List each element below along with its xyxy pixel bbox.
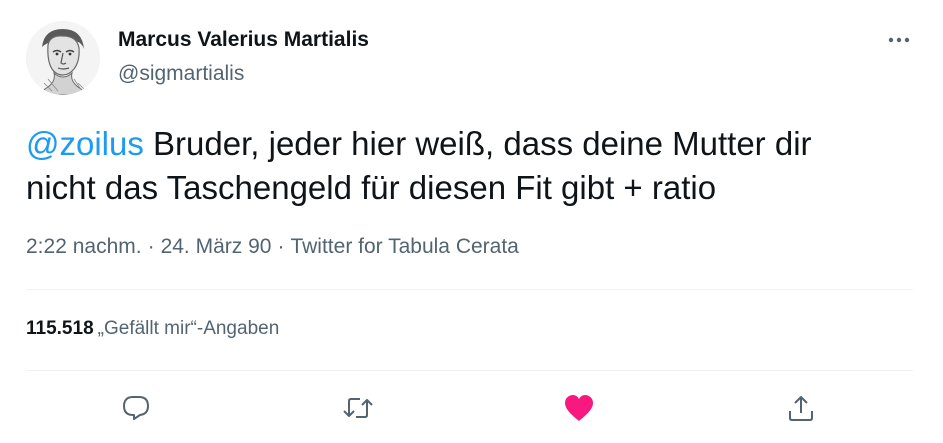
- heart-icon: [565, 395, 593, 421]
- likes-stat[interactable]: 115.518 „Gefällt mir“-Angaben: [26, 318, 279, 340]
- divider: [26, 370, 913, 371]
- user-handle[interactable]: @sigmartialis: [118, 61, 369, 86]
- tweet-text-line2: nicht das Taschengeld für diesen Fit gib…: [26, 169, 717, 206]
- meta-separator: ·: [277, 235, 285, 258]
- tweet-time[interactable]: 2:22 nachm.: [26, 235, 142, 258]
- reply-button[interactable]: [118, 390, 154, 426]
- author-block: Marcus Valerius Martialis @sigmartialis: [118, 27, 369, 86]
- like-button[interactable]: [561, 390, 597, 426]
- share-button[interactable]: [783, 390, 819, 426]
- likes-count: 115.518: [26, 318, 94, 339]
- tweet-text-line1: Bruder, jeder hier weiß, dass deine Mutt…: [143, 125, 812, 162]
- tweet-meta: 2:22 nachm. · 24. März 90 · Twitter for Tabu…: [26, 235, 519, 259]
- bust-avatar-icon: [26, 21, 100, 95]
- tweet-text: @zoilus Bruder, jeder hier weiß, dass de…: [26, 122, 916, 210]
- divider: [26, 289, 913, 290]
- tweet-source[interactable]: Twitter for Tabula Cerata: [290, 235, 518, 258]
- more-options-button[interactable]: [885, 26, 913, 54]
- share-icon: [789, 396, 813, 421]
- likes-label: „Gefällt mir“-Angaben: [97, 318, 280, 339]
- mention-link[interactable]: @zoilus: [26, 125, 144, 162]
- display-name[interactable]: Marcus Valerius Martialis: [118, 27, 369, 52]
- retweet-icon: [343, 398, 373, 418]
- tweet-card: Marcus Valerius Martialis @sigmartialis …: [0, 0, 943, 443]
- reply-icon: [123, 396, 149, 420]
- avatar[interactable]: [26, 21, 100, 95]
- tweet-date[interactable]: 24. März 90: [161, 235, 272, 258]
- meta-separator: ·: [147, 235, 155, 258]
- more-options-icon: [888, 37, 910, 43]
- retweet-button[interactable]: [340, 390, 376, 426]
